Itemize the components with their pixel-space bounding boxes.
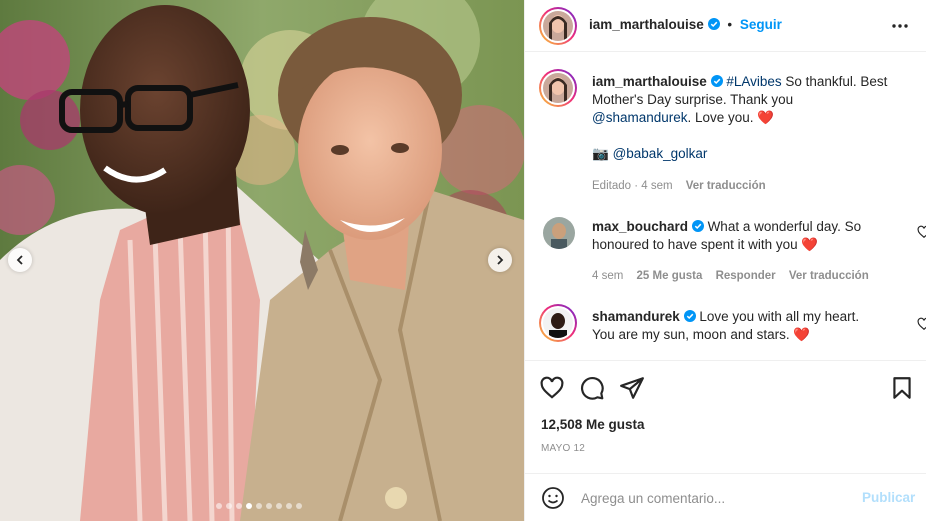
bookmark-icon[interactable]: [889, 375, 915, 401]
post-image: [0, 0, 524, 521]
chevron-right-icon: [497, 255, 504, 265]
camera-emoji: 📷: [592, 146, 609, 161]
comment-composer: Publicar: [525, 473, 926, 521]
comment-text: max_bouchard What a wonderful day. So ho…: [592, 218, 872, 254]
caption-meta: Editado · 4 sem Ver traducción: [592, 180, 776, 192]
commenter-avatar[interactable]: [539, 304, 577, 342]
heart-emoji: ❤️: [757, 110, 775, 125]
carousel-dot: [266, 503, 272, 509]
carousel-dot: [286, 503, 292, 509]
comment-likes[interactable]: 25 Me gusta: [637, 270, 703, 282]
commenter-username[interactable]: max_bouchard: [592, 219, 688, 234]
heart-emoji: ❤️: [801, 237, 819, 252]
carousel-dot: [296, 503, 302, 509]
post-actions: [525, 363, 926, 413]
carousel-dot: [246, 503, 252, 509]
carousel-dot: [226, 503, 232, 509]
heart-outline-icon[interactable]: [539, 375, 565, 401]
caption-avatar[interactable]: [539, 69, 577, 107]
author-username[interactable]: iam_marthalouise: [589, 17, 704, 32]
publish-button[interactable]: Publicar: [862, 490, 915, 505]
comment-translate-link[interactable]: Ver traducción: [789, 270, 869, 282]
comment-item: max_bouchard What a wonderful day. So ho…: [539, 215, 926, 295]
hashtag-link[interactable]: #LAvibes: [726, 74, 781, 89]
carousel-prev-button[interactable]: [8, 248, 32, 272]
mention-link[interactable]: @shamandurek: [592, 110, 688, 125]
caption: iam_marthalouise #LAvibes So thankful. B…: [539, 69, 919, 199]
comment-item: shamandurek Love you with all my heart. …: [539, 304, 926, 360]
carousel-dot: [216, 503, 222, 509]
like-comment-heart-icon[interactable]: [917, 317, 926, 331]
header-separator: •: [727, 17, 733, 32]
verified-badge-icon: [691, 220, 704, 232]
post-photo[interactable]: [0, 0, 524, 521]
instagram-post-window: iam_marthalouise • Seguir iam_marthaloui…: [0, 0, 926, 521]
comment-meta: 4 sem 25 Me gusta Responder Ver traducci…: [592, 270, 879, 282]
caption-edited-time: Editado · 4 sem: [592, 180, 673, 192]
carousel-dot: [236, 503, 242, 509]
paper-plane-icon[interactable]: [619, 375, 645, 401]
carousel-dot: [276, 503, 282, 509]
more-horizontal-icon[interactable]: [890, 18, 910, 34]
like-comment-heart-icon[interactable]: [917, 225, 926, 239]
heart-emoji: ❤️: [793, 327, 811, 342]
post-header: iam_marthalouise • Seguir: [525, 0, 926, 52]
post-date: MAYO 12: [541, 443, 586, 454]
commenter-username[interactable]: shamandurek: [592, 309, 680, 324]
comment-input[interactable]: [581, 487, 851, 509]
comments-list[interactable]: iam_marthalouise #LAvibes So thankful. B…: [525, 53, 926, 361]
caption-translate-link[interactable]: Ver traducción: [686, 180, 766, 192]
verified-badge-icon: [707, 18, 720, 30]
author-avatar[interactable]: [539, 7, 577, 45]
photo-credit-link[interactable]: @babak_golkar: [613, 146, 708, 161]
follow-button[interactable]: Seguir: [740, 17, 782, 32]
carousel-dot: [256, 503, 262, 509]
verified-badge-icon: [710, 75, 723, 87]
caption-text: iam_marthalouise #LAvibes So thankful. B…: [592, 73, 892, 163]
commenter-avatar[interactable]: [543, 217, 575, 249]
comment-text: shamandurek Love you with all my heart. …: [592, 308, 872, 344]
emoji-icon[interactable]: [541, 486, 565, 510]
caption-body-2: . Love you.: [687, 110, 758, 125]
reply-button[interactable]: Responder: [716, 270, 776, 282]
chevron-left-icon: [16, 255, 23, 265]
likes-count[interactable]: 12,508 Me gusta: [541, 417, 645, 432]
comment-icon[interactable]: [579, 375, 605, 401]
verified-badge-icon: [683, 310, 696, 322]
comment-time: 4 sem: [592, 270, 624, 282]
carousel-next-button[interactable]: [488, 248, 512, 272]
carousel-indicator: [216, 503, 302, 509]
caption-username[interactable]: iam_marthalouise: [592, 74, 707, 89]
post-side-panel: iam_marthalouise • Seguir iam_marthaloui…: [524, 0, 926, 521]
